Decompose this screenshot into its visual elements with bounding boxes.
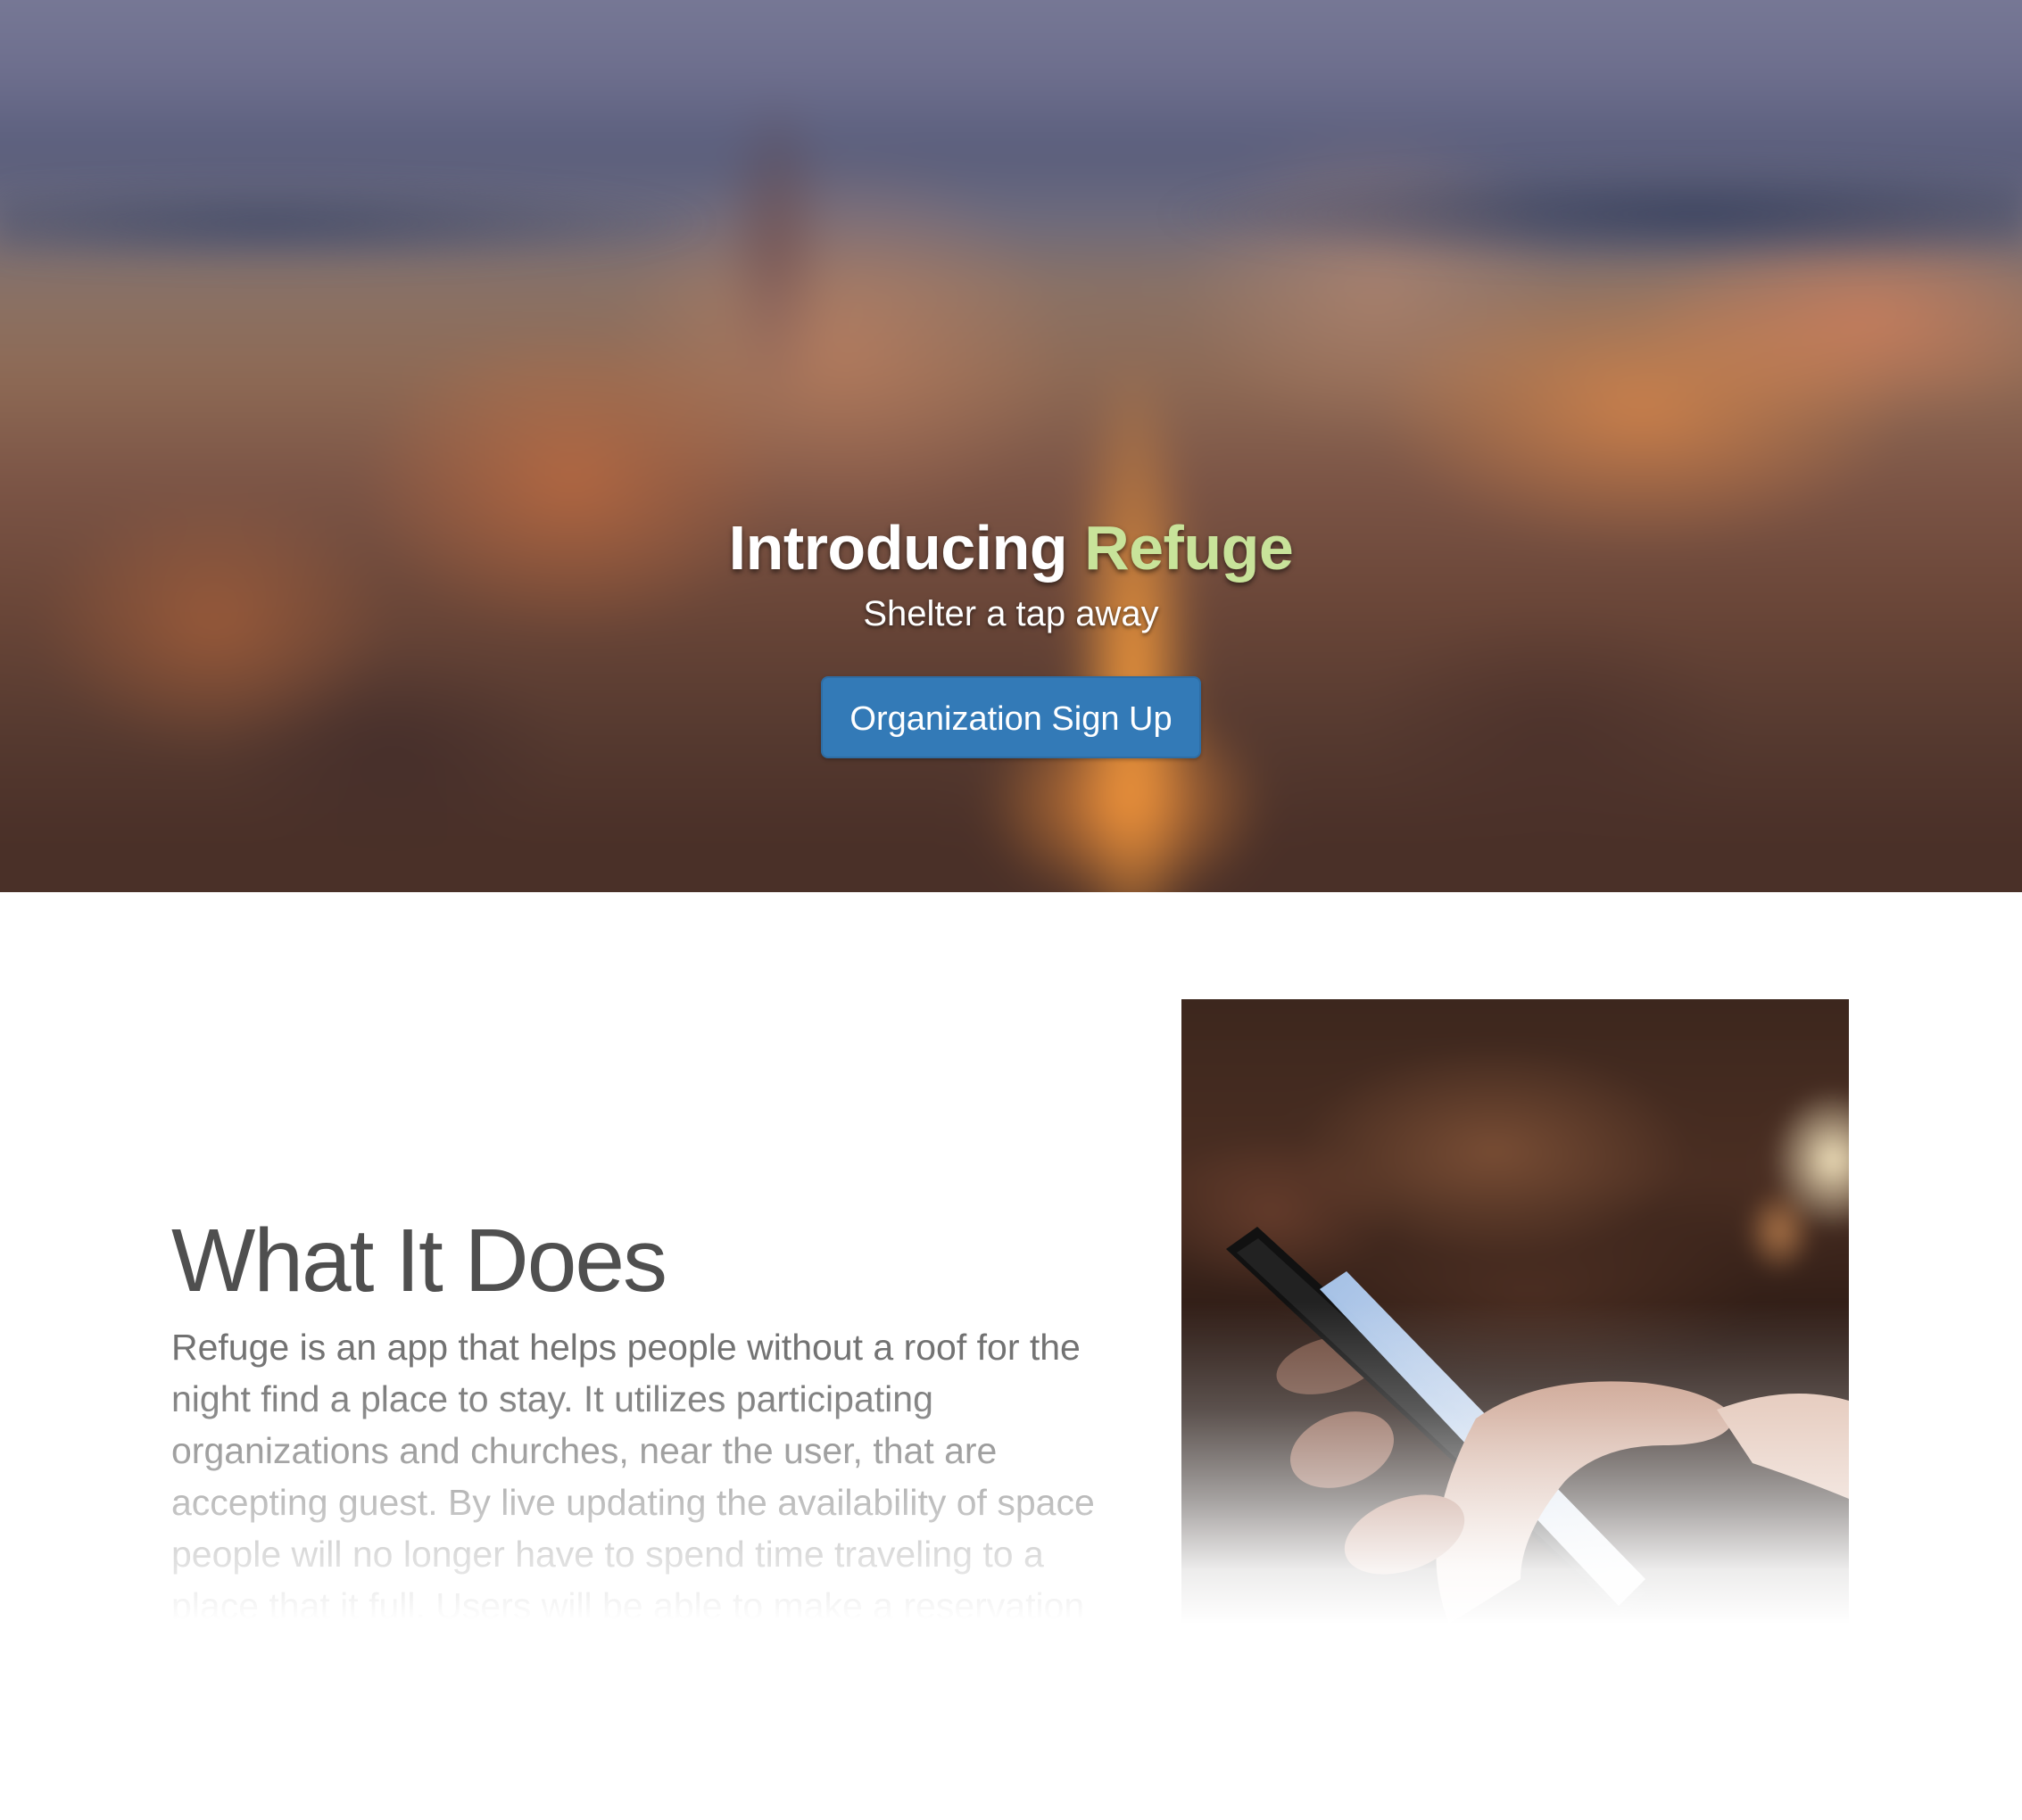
hero-title-prefix: Introducing [728,513,1068,583]
hero-content: Introducing Refuge Shelter a tap away Or… [0,509,2022,758]
phone-in-hand-photo [1181,999,1849,1624]
hero-subtitle: Shelter a tap away [863,594,1159,633]
hero-title-brand: Refuge [1084,513,1294,583]
organization-signup-button[interactable]: Organization Sign Up [821,676,1201,758]
feature-heading: What It Does [171,1211,667,1311]
hero-section: Introducing Refuge Shelter a tap away Or… [0,0,2022,892]
smartphone-illustration [1226,1227,1849,1624]
what-it-does-section: What It Does Refuge is an app that helps… [0,892,2022,1820]
feature-body: Refuge is an app that helps people witho… [171,1321,1108,1620]
hero-skyline [0,134,2022,268]
hero-title: Introducing Refuge [0,509,2022,587]
feature-text: What It Does Refuge is an app that helps… [171,1209,1108,1620]
